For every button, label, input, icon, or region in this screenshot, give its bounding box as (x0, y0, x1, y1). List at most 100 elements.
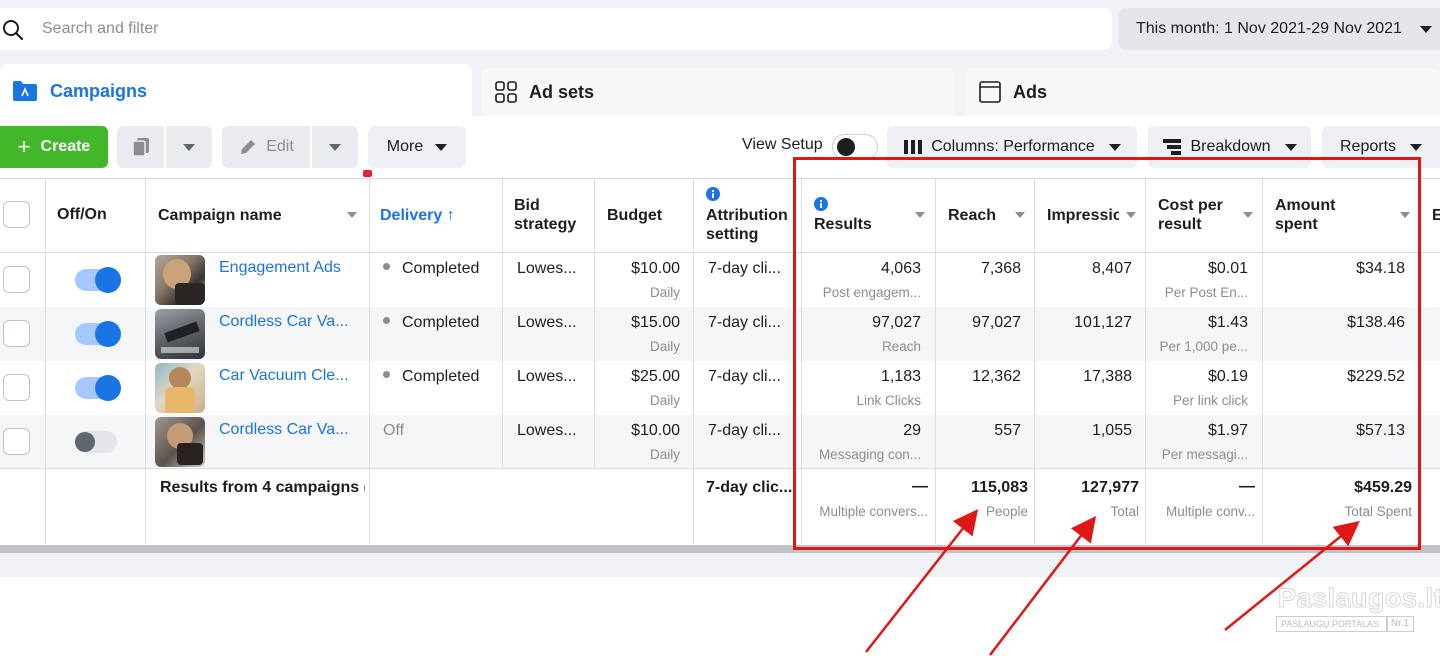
column-divider (502, 178, 503, 468)
column-divider (45, 178, 46, 544)
summary-reach-type: People (985, 504, 1028, 519)
sort-icon[interactable] (347, 212, 357, 218)
impressions-value: 101,127 (1074, 314, 1132, 331)
row-checkbox[interactable] (3, 428, 30, 455)
delivery-status: Completed (383, 260, 479, 278)
reach-value: 557 (994, 422, 1021, 439)
column-divider (693, 178, 694, 544)
cost-per-result-value: $1.97 (1207, 422, 1248, 439)
bid-strategy-value: Lowes... (517, 314, 577, 331)
impressions-value: 1,055 (1091, 422, 1132, 439)
breakdown-button[interactable]: Breakdown (1148, 126, 1311, 168)
reach-value: 97,027 (972, 314, 1021, 331)
tab-ad-sets[interactable]: Ad sets (481, 68, 955, 116)
chevron-down-icon (1420, 26, 1432, 33)
toggle-knob (95, 267, 121, 293)
bid-strategy-value: Lowes... (517, 368, 577, 385)
duplicate-button[interactable] (117, 126, 164, 168)
campaign-thumbnail (155, 309, 205, 359)
summary-amount-spent: $459.29 (1354, 479, 1412, 496)
amount-spent-value: $57.13 (1356, 422, 1405, 439)
summary-label-text: Results from 4 campaigns (160, 479, 360, 496)
notification-dot (363, 170, 372, 177)
campaign-thumbnail (155, 417, 205, 467)
sort-icon[interactable] (915, 212, 925, 218)
column-header-off-on[interactable]: Off/On (57, 205, 107, 224)
view-setup-toggle[interactable] (832, 134, 878, 160)
row-checkbox[interactable] (3, 374, 30, 401)
info-icon (706, 187, 720, 201)
row-checkbox[interactable] (3, 266, 30, 293)
attribution-value: 7-day cli... (708, 368, 781, 385)
date-range-label: This month: 1 Nov 2021-29 Nov 2021 (1136, 20, 1402, 37)
chevron-down-icon (1108, 143, 1121, 151)
sort-icon[interactable] (1126, 212, 1136, 218)
amount-spent-value: $229.52 (1347, 368, 1405, 385)
column-header-amount-spent[interactable]: Amount spent (1275, 196, 1355, 234)
campaign-name-link[interactable]: Car Vacuum Cle... (219, 367, 349, 385)
watermark-logo: Paslaugos.lt PASLAUGŲ PORTALAS Nr.1 (1276, 583, 1440, 635)
column-divider (1419, 178, 1420, 544)
column-header-cost-per-result[interactable]: Cost per result (1158, 196, 1238, 234)
row-checkbox[interactable] (3, 320, 30, 347)
duplicate-icon (131, 138, 149, 157)
more-button[interactable]: More (368, 126, 466, 168)
breakdown-button-label: Breakdown (1190, 138, 1271, 155)
campaign-toggle[interactable] (75, 267, 121, 293)
breakdown-icon (1163, 139, 1182, 155)
date-range-picker[interactable]: This month: 1 Nov 2021-29 Nov 2021 (1118, 8, 1440, 50)
edit-button[interactable]: Edit (222, 126, 310, 168)
campaign-name-link[interactable]: Engagement Ads (219, 259, 341, 277)
reports-button[interactable]: Reports (1322, 126, 1440, 168)
column-header-delivery[interactable]: Delivery ↑ (380, 206, 455, 225)
budget-period: Daily (649, 339, 680, 354)
summary-cost-per-result-type: Multiple conv... (1165, 504, 1255, 519)
create-button[interactable]: + Create (0, 126, 108, 168)
chevron-down-icon (1410, 143, 1423, 151)
column-header-reach[interactable]: Reach (948, 206, 996, 225)
sort-icon[interactable] (1243, 212, 1253, 218)
attribution-value: 7-day cli... (708, 260, 781, 277)
budget-value: $10.00 (631, 422, 680, 439)
search-input[interactable] (42, 15, 1092, 43)
cost-per-result-value: $0.01 (1207, 260, 1248, 277)
campaign-toggle[interactable] (75, 375, 121, 401)
impressions-value: 17,388 (1083, 368, 1132, 385)
column-header-budget[interactable]: Budget (607, 206, 662, 225)
column-header-attribution-setting[interactable]: Attribution setting (706, 206, 796, 244)
results-type: Link Clicks (856, 393, 921, 408)
campaign-toggle[interactable] (75, 321, 121, 347)
edit-dropdown-button[interactable] (312, 126, 358, 168)
results-value: 1,183 (880, 368, 921, 385)
tab-ads[interactable]: Ads (965, 68, 1440, 116)
tab-campaigns[interactable]: Campaigns (0, 64, 472, 118)
campaign-toggle[interactable] (75, 431, 117, 453)
chevron-down-icon (329, 143, 341, 151)
more-button-label: More (386, 138, 424, 155)
summary-impressions: 127,977 (1081, 479, 1139, 496)
attribution-value: 7-day cli... (708, 422, 781, 439)
duplicate-dropdown-button[interactable] (166, 126, 212, 168)
sort-icon[interactable] (1400, 212, 1410, 218)
column-header-impressions[interactable]: Impressic (1047, 206, 1119, 225)
info-icon (814, 197, 828, 211)
table-divider (0, 252, 1440, 253)
campaign-name-link[interactable]: Cordless Car Va... (219, 313, 349, 331)
columns-button[interactable]: Columns: Performance (887, 126, 1137, 168)
sort-icon[interactable] (1015, 212, 1025, 218)
summary-results-type: Multiple convers... (819, 504, 928, 519)
column-header-next[interactable]: E (1432, 206, 1440, 225)
search-bar[interactable] (0, 8, 1112, 50)
column-header-bid-strategy[interactable]: Bid strategy (514, 196, 586, 234)
tab-ads-label: Ads (1013, 81, 1048, 102)
column-header-results[interactable]: Results (814, 215, 872, 234)
reach-value: 7,368 (980, 260, 1021, 277)
campaign-name-link[interactable]: Cordless Car Va... (219, 421, 349, 439)
cost-per-result-type: Per messagi... (1161, 447, 1248, 462)
select-all-checkbox[interactable] (3, 201, 30, 228)
amount-spent-value: $34.18 (1356, 260, 1405, 277)
watermark-nr: Nr.1 (1386, 616, 1414, 632)
column-header-campaign-name[interactable]: Campaign name (158, 206, 282, 225)
horizontal-scrollbar[interactable] (0, 545, 1440, 553)
chevron-down-icon (435, 143, 448, 151)
